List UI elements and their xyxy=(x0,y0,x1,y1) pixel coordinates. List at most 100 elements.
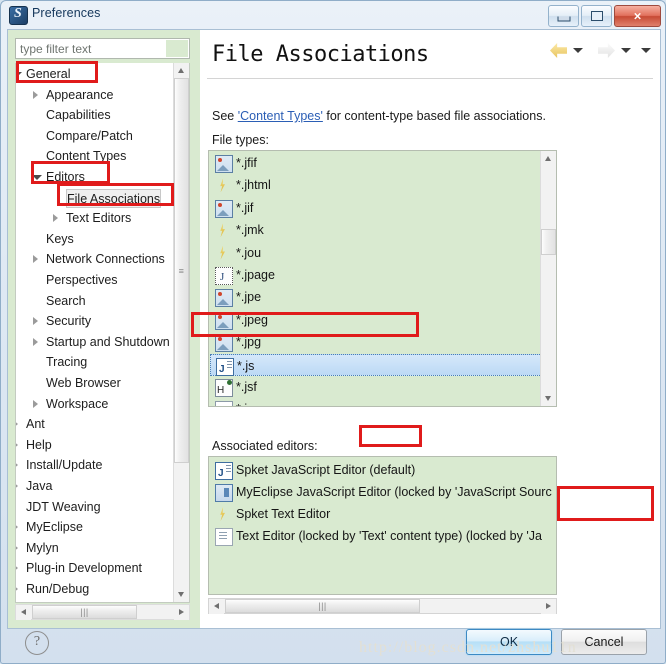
preferences-tree[interactable]: General Appearance Capabilities Compare/Pat… xyxy=(15,63,190,603)
close-icon: × xyxy=(633,8,642,24)
expander-closed-icon[interactable] xyxy=(16,585,18,593)
file-type-row[interactable]: *.jif xyxy=(210,197,542,219)
sidebar-item-network-connections[interactable]: Network Connections xyxy=(33,250,165,269)
sidebar-item-security[interactable]: Security xyxy=(33,312,91,331)
sidebar-item-label: Appearance xyxy=(46,87,114,102)
sidebar-item-label: Perspectives xyxy=(46,273,118,287)
sidebar-item-content-types[interactable]: Content Types xyxy=(46,147,126,166)
file-type-row[interactable]: *.jpeg xyxy=(210,309,542,331)
description-prefix: See xyxy=(212,109,238,123)
expander-open-icon[interactable] xyxy=(16,72,22,77)
file-type-row[interactable]: *.jpg xyxy=(210,331,542,353)
tree-scroll-up-button[interactable] xyxy=(174,63,189,78)
associated-editor-row[interactable]: Spket JavaScript Editor (default) xyxy=(210,459,555,485)
help-button[interactable]: ? xyxy=(25,631,49,655)
minimize-button[interactable] xyxy=(548,5,579,27)
sidebar-item-label: Text Editors xyxy=(66,211,132,226)
sidebar-item-search[interactable]: Search xyxy=(46,292,86,311)
editors-hscroll-left-button[interactable] xyxy=(209,599,224,614)
sidebar-item-tracing[interactable]: Tracing xyxy=(46,353,87,372)
tree-scroll-down-button[interactable] xyxy=(174,587,189,602)
expander-closed-icon[interactable] xyxy=(16,523,18,532)
sidebar-item-label: Compare/Patch xyxy=(46,128,133,143)
sidebar-item-help[interactable]: Help xyxy=(16,436,52,455)
expander-closed-icon[interactable] xyxy=(16,543,18,552)
file-type-row[interactable]: *.jmk xyxy=(210,219,542,241)
sidebar-item-web-browser[interactable]: Web Browser xyxy=(46,374,121,393)
expander-closed-icon[interactable] xyxy=(33,90,38,99)
maximize-button[interactable] xyxy=(581,5,612,27)
file-type-row[interactable]: *.jsf xyxy=(210,376,542,402)
file-type-row[interactable]: *.jou xyxy=(210,242,542,264)
content-types-link[interactable]: 'Content Types' xyxy=(238,109,323,123)
associated-editor-row[interactable]: MyEclipse JavaScript Editor (locked by '… xyxy=(210,481,555,503)
sidebar-item-startup-and-shutdown[interactable]: Startup and Shutdown xyxy=(33,333,170,352)
associated-editor-row[interactable]: Spket Text Editor xyxy=(210,503,555,525)
back-arrow-icon[interactable] xyxy=(550,43,567,58)
tree-hscroll-thumb[interactable]: ||| xyxy=(32,605,137,619)
expander-closed-icon[interactable] xyxy=(16,440,18,449)
associated-editor-row[interactable]: Text Editor (locked by 'Text' content ty… xyxy=(210,525,555,547)
sidebar-item-mylyn[interactable]: Mylyn xyxy=(16,539,59,558)
filetypes-scroll-thumb[interactable] xyxy=(541,229,556,255)
expander-closed-icon[interactable] xyxy=(33,255,38,264)
sidebar-item-jdt-weaving[interactable]: JDT Weaving xyxy=(26,498,101,517)
sidebar-item-label: Plug-in Development xyxy=(26,561,143,576)
maximize-icon xyxy=(590,11,603,21)
filter-clear-zone[interactable] xyxy=(166,40,188,57)
back-dropdown-icon[interactable] xyxy=(573,48,583,53)
filter-input[interactable]: type filter text xyxy=(15,38,190,59)
sidebar-item-ant[interactable]: Ant xyxy=(16,415,45,434)
editors-hscroll-right-button[interactable] xyxy=(541,599,556,614)
file-types-vertical-scrollbar[interactable] xyxy=(540,151,556,406)
scroll-grip-icon: ≡ xyxy=(178,265,185,276)
filetypes-scroll-down-button[interactable] xyxy=(541,391,556,406)
sidebar-item-workspace[interactable]: Workspace xyxy=(33,395,108,414)
tree-horizontal-scrollbar[interactable]: ||| xyxy=(15,604,190,620)
sidebar-item-keys[interactable]: Keys xyxy=(46,230,74,249)
sidebar-item-general[interactable]: General xyxy=(16,65,70,84)
forward-arrow-icon[interactable] xyxy=(598,43,615,58)
close-button[interactable]: × xyxy=(614,5,661,27)
file-type-row[interactable]: *.json xyxy=(210,398,542,406)
page-navigation-toolbar xyxy=(546,39,656,63)
expander-closed-icon[interactable] xyxy=(53,214,58,223)
editors-horizontal-scrollbar[interactable]: ||| xyxy=(208,598,557,614)
sidebar-item-run-debug[interactable]: Run/Debug xyxy=(16,580,89,599)
file-type-row[interactable]: *.jpage xyxy=(210,264,542,288)
filetypes-scroll-up-button[interactable] xyxy=(541,151,556,166)
expander-open-icon[interactable] xyxy=(32,175,42,180)
overflow-menu-icon[interactable] xyxy=(641,48,651,53)
forward-dropdown-icon[interactable] xyxy=(621,48,631,53)
expander-closed-icon[interactable] xyxy=(16,482,18,490)
chevron-right-icon xyxy=(179,609,184,615)
sidebar-item-text-editors[interactable]: Text Editors xyxy=(53,209,132,228)
file-type-row[interactable]: *.jfif xyxy=(210,152,542,174)
file-type-row[interactable]: *.js xyxy=(210,353,542,381)
expander-closed-icon[interactable] xyxy=(16,420,18,429)
tree-hscroll-left-button[interactable] xyxy=(16,605,31,620)
expander-closed-icon[interactable] xyxy=(16,564,18,573)
tree-hscroll-right-button[interactable] xyxy=(174,605,189,620)
sidebar-item-java[interactable]: Java xyxy=(16,477,52,496)
editors-hscroll-thumb[interactable]: ||| xyxy=(225,599,420,613)
associated-editors-list[interactable]: Spket JavaScript Editor (default)MyEclip… xyxy=(208,456,557,595)
sidebar-item-perspectives[interactable]: Perspectives xyxy=(46,271,118,290)
sidebar-item-editors[interactable]: Editors xyxy=(32,168,85,187)
expander-closed-icon[interactable] xyxy=(33,317,38,326)
file-types-list[interactable]: *.jfif *.jhtml *.jif *.jmk *.jou *.jpage *.jpe… xyxy=(208,150,557,407)
file-type-row[interactable]: *.jhtml xyxy=(210,174,542,196)
expander-closed-icon[interactable] xyxy=(16,461,18,470)
sidebar-item-install-update[interactable]: Install/Update xyxy=(16,456,102,475)
tree-vertical-scrollbar[interactable]: ≡ xyxy=(173,63,189,602)
sidebar-item-plug-in-development[interactable]: Plug-in Development xyxy=(16,559,143,578)
tree-scroll-thumb[interactable]: ≡ xyxy=(174,78,189,463)
sidebar-item-myeclipse[interactable]: MyEclipse xyxy=(16,518,83,537)
expander-closed-icon[interactable] xyxy=(33,399,38,408)
sidebar-item-appearance[interactable]: Appearance xyxy=(33,86,114,105)
sidebar-item-file-associations[interactable]: File Associations xyxy=(66,188,162,208)
file-type-row[interactable]: *.jpe xyxy=(210,286,542,308)
sidebar-item-compare-patch[interactable]: Compare/Patch xyxy=(46,127,133,146)
sidebar-item-capabilities[interactable]: Capabilities xyxy=(46,106,111,125)
expander-closed-icon[interactable] xyxy=(33,337,38,346)
